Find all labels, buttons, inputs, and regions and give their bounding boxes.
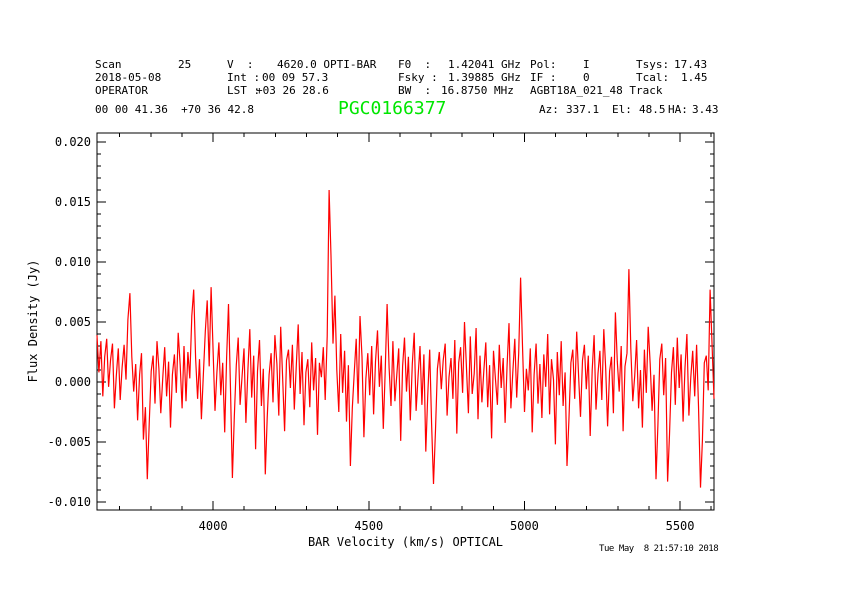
y-tick-label: 0.000: [55, 375, 91, 389]
y-tick-label: 0.005: [55, 315, 91, 329]
y-tick-label: -0.005: [48, 435, 91, 449]
y-axis-title: Flux Density (Jy): [26, 260, 40, 383]
gbtidl-plotter-window: Scan 25 V : 4620.0 OPTI-BAR F0 : 1.42041…: [0, 0, 842, 595]
x-axis-title: BAR Velocity (km/s) OPTICAL: [308, 535, 503, 549]
y-tick-label: 0.015: [55, 195, 91, 209]
y-tick-label: 0.010: [55, 255, 91, 269]
y-tick-label: -0.010: [48, 495, 91, 509]
y-tick-label: 0.020: [55, 135, 91, 149]
plot-timestamp: Tue May 8 21:57:10 2018: [599, 544, 718, 554]
spectrum-plot: 4000 4500 5000 5500 -0.010 -0.005 0.000 0.005 0.…: [0, 0, 842, 595]
x-tick-label: 5500: [666, 519, 695, 533]
x-tick-label: 4000: [199, 519, 228, 533]
spectrum-line: [97, 190, 714, 488]
x-tick-label: 5000: [510, 519, 539, 533]
plot-frame: [97, 133, 714, 510]
x-tick-label: 4500: [354, 519, 383, 533]
